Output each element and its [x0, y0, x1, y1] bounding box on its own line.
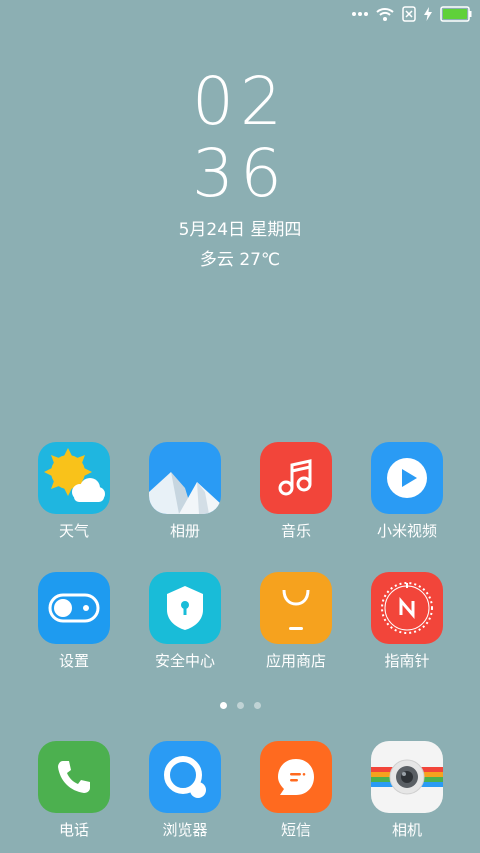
app-label: 电话 [58, 821, 89, 839]
wifi-icon [376, 7, 394, 21]
clock-hour: 02 [192, 63, 288, 140]
phone-icon [38, 741, 110, 813]
date-text: 5月24日 星期四 [178, 220, 302, 240]
gallery-icon [149, 442, 221, 514]
page-dot[interactable] [219, 702, 227, 709]
dock-camera[interactable]: 相机 [352, 741, 462, 840]
app-label: 相册 [169, 522, 200, 540]
security-icon [149, 572, 221, 644]
page-dot[interactable] [253, 702, 261, 709]
charging-icon [424, 7, 432, 21]
page-indicator[interactable] [0, 702, 480, 709]
app-video[interactable]: 小米视频 [352, 442, 462, 541]
battery-icon [440, 6, 472, 22]
app-label: 应用商店 [265, 652, 326, 670]
app-compass[interactable]: 指南针 [352, 572, 462, 671]
app-music[interactable]: 音乐 [241, 442, 351, 541]
dock-messages[interactable]: 短信 [241, 741, 351, 840]
app-label: 设置 [58, 652, 89, 670]
app-weather[interactable]: 天气 [19, 442, 129, 541]
no-sim-icon [402, 6, 416, 22]
settings-icon [38, 572, 110, 644]
compass-icon [371, 572, 443, 644]
dock-phone[interactable]: 电话 [19, 741, 129, 840]
camera-icon [371, 741, 443, 813]
app-label: 安全中心 [154, 652, 215, 670]
app-label: 天气 [58, 522, 89, 540]
clock-minute: 36 [192, 135, 288, 212]
browser-icon [149, 741, 221, 813]
app-label: 小米视频 [376, 522, 437, 540]
video-icon [371, 442, 443, 514]
app-settings[interactable]: 设置 [19, 572, 129, 671]
more-dots-icon [352, 11, 368, 17]
home-screen: 02 36 5月24日 星期四 多云 27℃ 天气 相册 音乐 小米视频 设置 … [0, 0, 480, 853]
weather-icon [38, 442, 110, 514]
dock-browser[interactable]: 浏览器 [130, 741, 240, 840]
app-gallery[interactable]: 相册 [130, 442, 240, 541]
clock-widget[interactable]: 02 36 5月24日 星期四 多云 27℃ [0, 66, 480, 272]
app-label: 音乐 [280, 522, 311, 540]
app-label: 短信 [280, 821, 311, 839]
app-label: 指南针 [384, 652, 430, 670]
weather-text: 多云 27℃ [199, 250, 281, 270]
status-bar [352, 4, 472, 24]
music-icon [260, 442, 332, 514]
messages-icon [260, 741, 332, 813]
app-store[interactable]: 应用商店 [241, 572, 351, 671]
app-store-icon [260, 572, 332, 644]
app-security[interactable]: 安全中心 [130, 572, 240, 671]
app-label: 浏览器 [162, 821, 208, 839]
page-dot[interactable] [236, 702, 244, 709]
app-label: 相机 [391, 821, 422, 839]
